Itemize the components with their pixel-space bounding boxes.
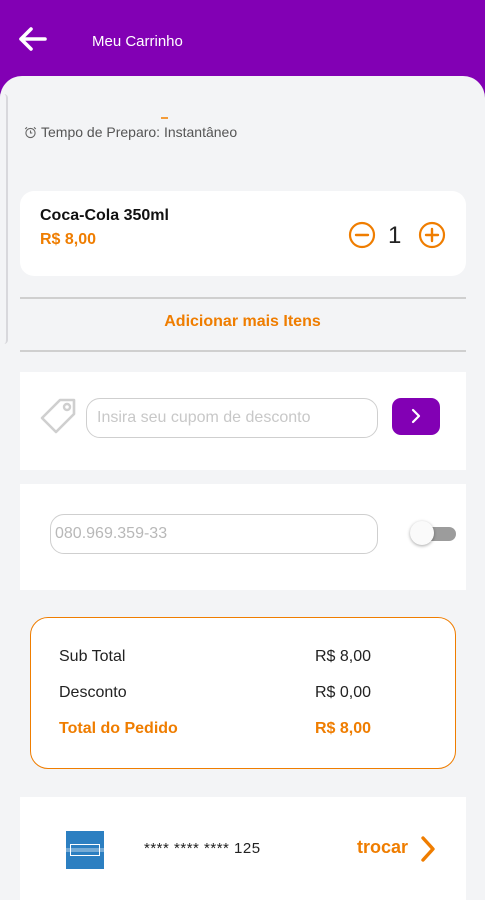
- alarm-clock-icon: [24, 126, 37, 138]
- back-arrow-icon[interactable]: [18, 26, 48, 52]
- card-number: **** **** **** 125: [144, 840, 261, 857]
- chevron-right-icon: [411, 408, 421, 424]
- amex-card-icon: [66, 831, 104, 869]
- discount-label: Desconto: [59, 684, 127, 701]
- coupon-input[interactable]: [86, 398, 378, 438]
- divider: [20, 350, 466, 352]
- page-title: Meu Carrinho: [92, 33, 183, 50]
- item-price: R$ 8,00: [40, 231, 97, 248]
- total-row: Total do Pedido R$ 8,00: [59, 720, 375, 738]
- cpf-toggle[interactable]: [410, 520, 456, 546]
- plus-circle-icon: [418, 221, 446, 249]
- increase-quantity-button[interactable]: [418, 221, 446, 249]
- discount-row: Desconto R$ 0,00: [59, 684, 375, 702]
- toggle-knob: [410, 521, 434, 545]
- divider-mark: [161, 117, 168, 119]
- quantity-value: 1: [388, 222, 402, 249]
- cpf-field[interactable]: [50, 514, 378, 554]
- prep-time-text: Tempo de Preparo: Instantâneo: [41, 124, 238, 140]
- subtotal-value: R$ 8,00: [315, 648, 372, 665]
- side-drawer-edge[interactable]: [0, 94, 8, 344]
- cpf-section: [20, 484, 466, 590]
- change-payment-button[interactable]: trocar: [357, 837, 408, 858]
- discount-value: R$ 0,00: [315, 684, 372, 701]
- cart-item: Coca-Cola 350ml R$ 8,00 1: [20, 191, 466, 276]
- total-label: Total do Pedido: [59, 720, 178, 737]
- chevron-right-icon[interactable]: [418, 835, 438, 863]
- divider: [20, 297, 466, 299]
- subtotal-label: Sub Total: [59, 648, 126, 665]
- item-name: Coca-Cola 350ml: [40, 207, 169, 224]
- subtotal-row: Sub Total R$ 8,00: [59, 648, 375, 666]
- apply-coupon-button[interactable]: [392, 398, 440, 435]
- decrease-quantity-button[interactable]: [348, 221, 376, 249]
- coupon-section: [20, 372, 466, 470]
- tag-icon: [40, 398, 76, 434]
- minus-circle-icon: [348, 221, 376, 249]
- cart-sheet: Tempo de Preparo: Instantâneo Coca-Cola …: [0, 76, 485, 900]
- add-more-items-link[interactable]: Adicionar mais Itens: [0, 313, 485, 331]
- order-summary: Sub Total R$ 8,00 Desconto R$ 0,00 Total…: [30, 617, 456, 769]
- prep-time: Tempo de Preparo: Instantâneo: [24, 124, 237, 140]
- payment-method: **** **** **** 125 trocar: [20, 797, 466, 900]
- total-value: R$ 8,00: [315, 720, 372, 737]
